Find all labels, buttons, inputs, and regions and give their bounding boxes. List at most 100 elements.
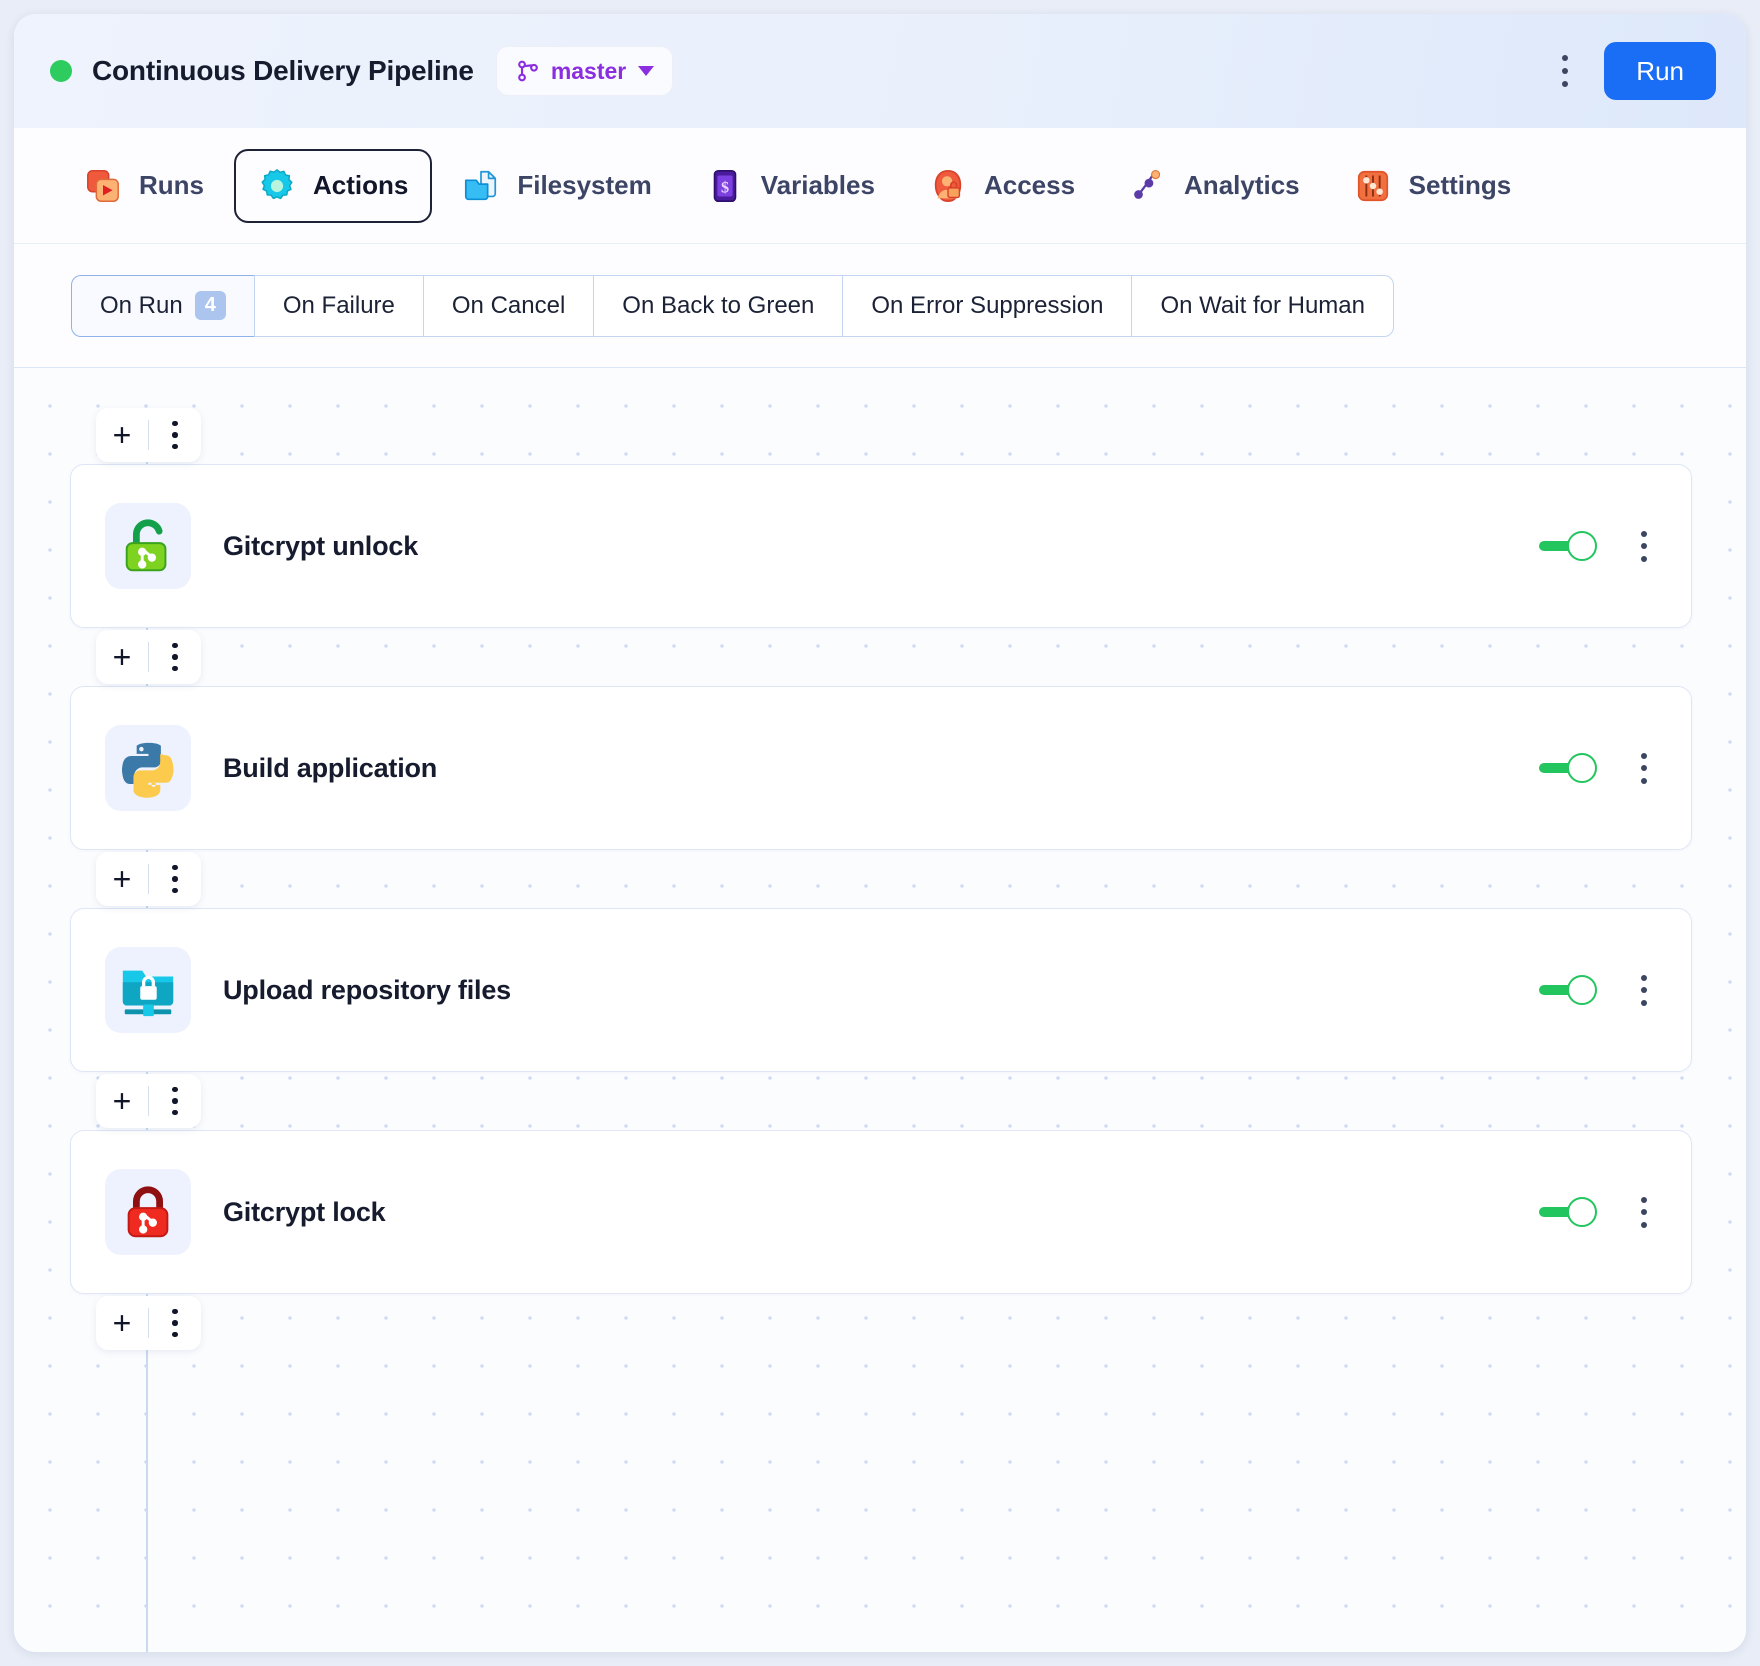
add-action-button[interactable]: + xyxy=(96,852,148,906)
trigger-tab-on-back-to-green[interactable]: On Back to Green xyxy=(593,274,843,337)
kebab-dot xyxy=(172,1086,178,1093)
svg-text:$: $ xyxy=(721,179,729,196)
pipeline-canvas: + Gitcrypt unlock + Build application + … xyxy=(14,368,1746,1652)
action-kebab-menu[interactable] xyxy=(1631,1196,1657,1228)
action-card-upload-repository-files[interactable]: Upload repository files xyxy=(70,908,1692,1072)
trigger-tab-on-cancel[interactable]: On Cancel xyxy=(422,274,594,337)
kebab-dot xyxy=(172,443,178,450)
kebab-dot xyxy=(1562,55,1569,61)
toggle-knob xyxy=(1567,753,1597,783)
add-action-pill: + xyxy=(96,1074,201,1128)
kebab-dot xyxy=(1641,1221,1647,1228)
action-title: Upload repository files xyxy=(223,974,511,1005)
add-action-button[interactable]: + xyxy=(96,630,148,684)
action-enable-toggle[interactable] xyxy=(1539,531,1597,561)
action-card-build-application[interactable]: Build application xyxy=(70,686,1692,850)
action-icon-wrap xyxy=(105,725,191,811)
tab-settings[interactable]: Settings xyxy=(1330,149,1536,223)
kebab-dot xyxy=(172,420,178,427)
kebab-dot xyxy=(1641,765,1647,771)
action-icon-wrap xyxy=(105,503,191,589)
action-enable-toggle[interactable] xyxy=(1539,975,1597,1005)
trigger-tab-on-failure[interactable]: On Failure xyxy=(253,274,423,337)
kebab-dot xyxy=(172,864,178,871)
kebab-dot xyxy=(172,1331,178,1338)
flow-connector: + xyxy=(42,1294,1718,1352)
analytics-graph-icon xyxy=(1134,169,1161,199)
tab-runs[interactable]: Runs xyxy=(60,149,228,223)
kebab-dot xyxy=(172,654,178,660)
add-action-button[interactable]: + xyxy=(96,1074,148,1128)
trigger-label: On Wait for Human xyxy=(1160,291,1365,319)
kebab-dot xyxy=(1641,974,1647,981)
tab-label: Actions xyxy=(313,170,409,200)
connector-kebab-menu[interactable] xyxy=(149,1074,201,1128)
kebab-dot xyxy=(1641,999,1647,1006)
kebab-dot xyxy=(1641,1196,1647,1203)
connector-kebab-menu[interactable] xyxy=(149,852,201,906)
add-action-button[interactable]: + xyxy=(96,1296,148,1350)
action-enable-toggle[interactable] xyxy=(1539,1197,1597,1227)
header-kebab-menu[interactable] xyxy=(1552,55,1578,87)
trigger-label: On Run xyxy=(100,291,183,319)
tab-label: Runs xyxy=(139,170,204,200)
variables-dollar-icon: $ xyxy=(713,169,737,202)
action-title: Gitcrypt lock xyxy=(223,1196,386,1227)
add-action-pill: + xyxy=(96,630,201,684)
action-card-gitcrypt-unlock[interactable]: Gitcrypt unlock xyxy=(70,464,1692,628)
tab-label: Analytics xyxy=(1184,170,1300,200)
tab-label: Access xyxy=(983,170,1076,200)
kebab-dot xyxy=(172,665,178,672)
kebab-dot xyxy=(172,432,178,438)
connector-kebab-menu[interactable] xyxy=(149,630,201,684)
kebab-dot xyxy=(1562,81,1569,87)
tab-access[interactable]: Access xyxy=(905,149,1099,223)
gitcrypt-unlock-icon xyxy=(125,519,167,572)
branch-selector[interactable]: master xyxy=(495,46,674,96)
action-kebab-menu[interactable] xyxy=(1631,530,1657,562)
tab-actions[interactable]: Actions xyxy=(234,148,433,223)
tab-label: Filesystem xyxy=(517,170,652,200)
trigger-tab-on-wait-for-human[interactable]: On Wait for Human xyxy=(1131,274,1394,337)
kebab-dot xyxy=(172,1308,178,1315)
upload-folder-lock-icon xyxy=(122,970,174,1017)
pipeline-header: Continuous Delivery Pipeline master Run xyxy=(14,14,1746,128)
connector-kebab-menu[interactable] xyxy=(149,408,201,462)
connector-kebab-menu[interactable] xyxy=(149,1296,201,1350)
runs-icon xyxy=(87,169,119,202)
access-user-lock-icon xyxy=(934,169,962,202)
action-enable-toggle[interactable] xyxy=(1539,753,1597,783)
tab-filesystem[interactable]: Filesystem xyxy=(438,149,675,223)
kebab-dot xyxy=(1641,987,1647,993)
flow-connector: + xyxy=(42,850,1718,908)
branch-name: master xyxy=(550,57,627,84)
add-action-button[interactable]: + xyxy=(96,408,148,462)
chevron-down-icon xyxy=(638,66,655,76)
main-nav: Runs Actions Filesystem $ Variables Acce… xyxy=(14,128,1746,244)
tab-variables[interactable]: $ Variables xyxy=(682,149,899,223)
kebab-dot xyxy=(1641,752,1647,759)
kebab-dot xyxy=(172,1098,178,1104)
action-kebab-menu[interactable] xyxy=(1631,752,1657,784)
tab-analytics[interactable]: Analytics xyxy=(1105,149,1324,223)
kebab-dot xyxy=(1641,543,1647,549)
kebab-dot xyxy=(1562,68,1569,74)
action-title: Gitcrypt unlock xyxy=(223,530,419,561)
tab-label: Settings xyxy=(1408,170,1512,200)
action-title: Build application xyxy=(223,752,438,783)
gitcrypt-lock-icon xyxy=(127,1186,169,1238)
action-card-gitcrypt-lock[interactable]: Gitcrypt lock xyxy=(70,1130,1692,1294)
add-action-pill: + xyxy=(96,408,201,462)
run-button[interactable]: Run xyxy=(1604,42,1716,100)
kebab-dot xyxy=(172,887,178,894)
kebab-dot xyxy=(1641,777,1647,784)
toggle-knob xyxy=(1567,531,1597,561)
trigger-tab-on-run[interactable]: On Run 4 xyxy=(71,274,254,337)
action-kebab-menu[interactable] xyxy=(1631,974,1657,1006)
trigger-label: On Error Suppression xyxy=(871,291,1104,319)
actions-gear-icon xyxy=(261,168,293,199)
trigger-label: On Failure xyxy=(282,291,395,319)
trigger-label: On Cancel xyxy=(451,291,566,319)
trigger-tab-on-error-suppression[interactable]: On Error Suppression xyxy=(842,274,1132,337)
flow-connector: + xyxy=(42,1072,1718,1130)
